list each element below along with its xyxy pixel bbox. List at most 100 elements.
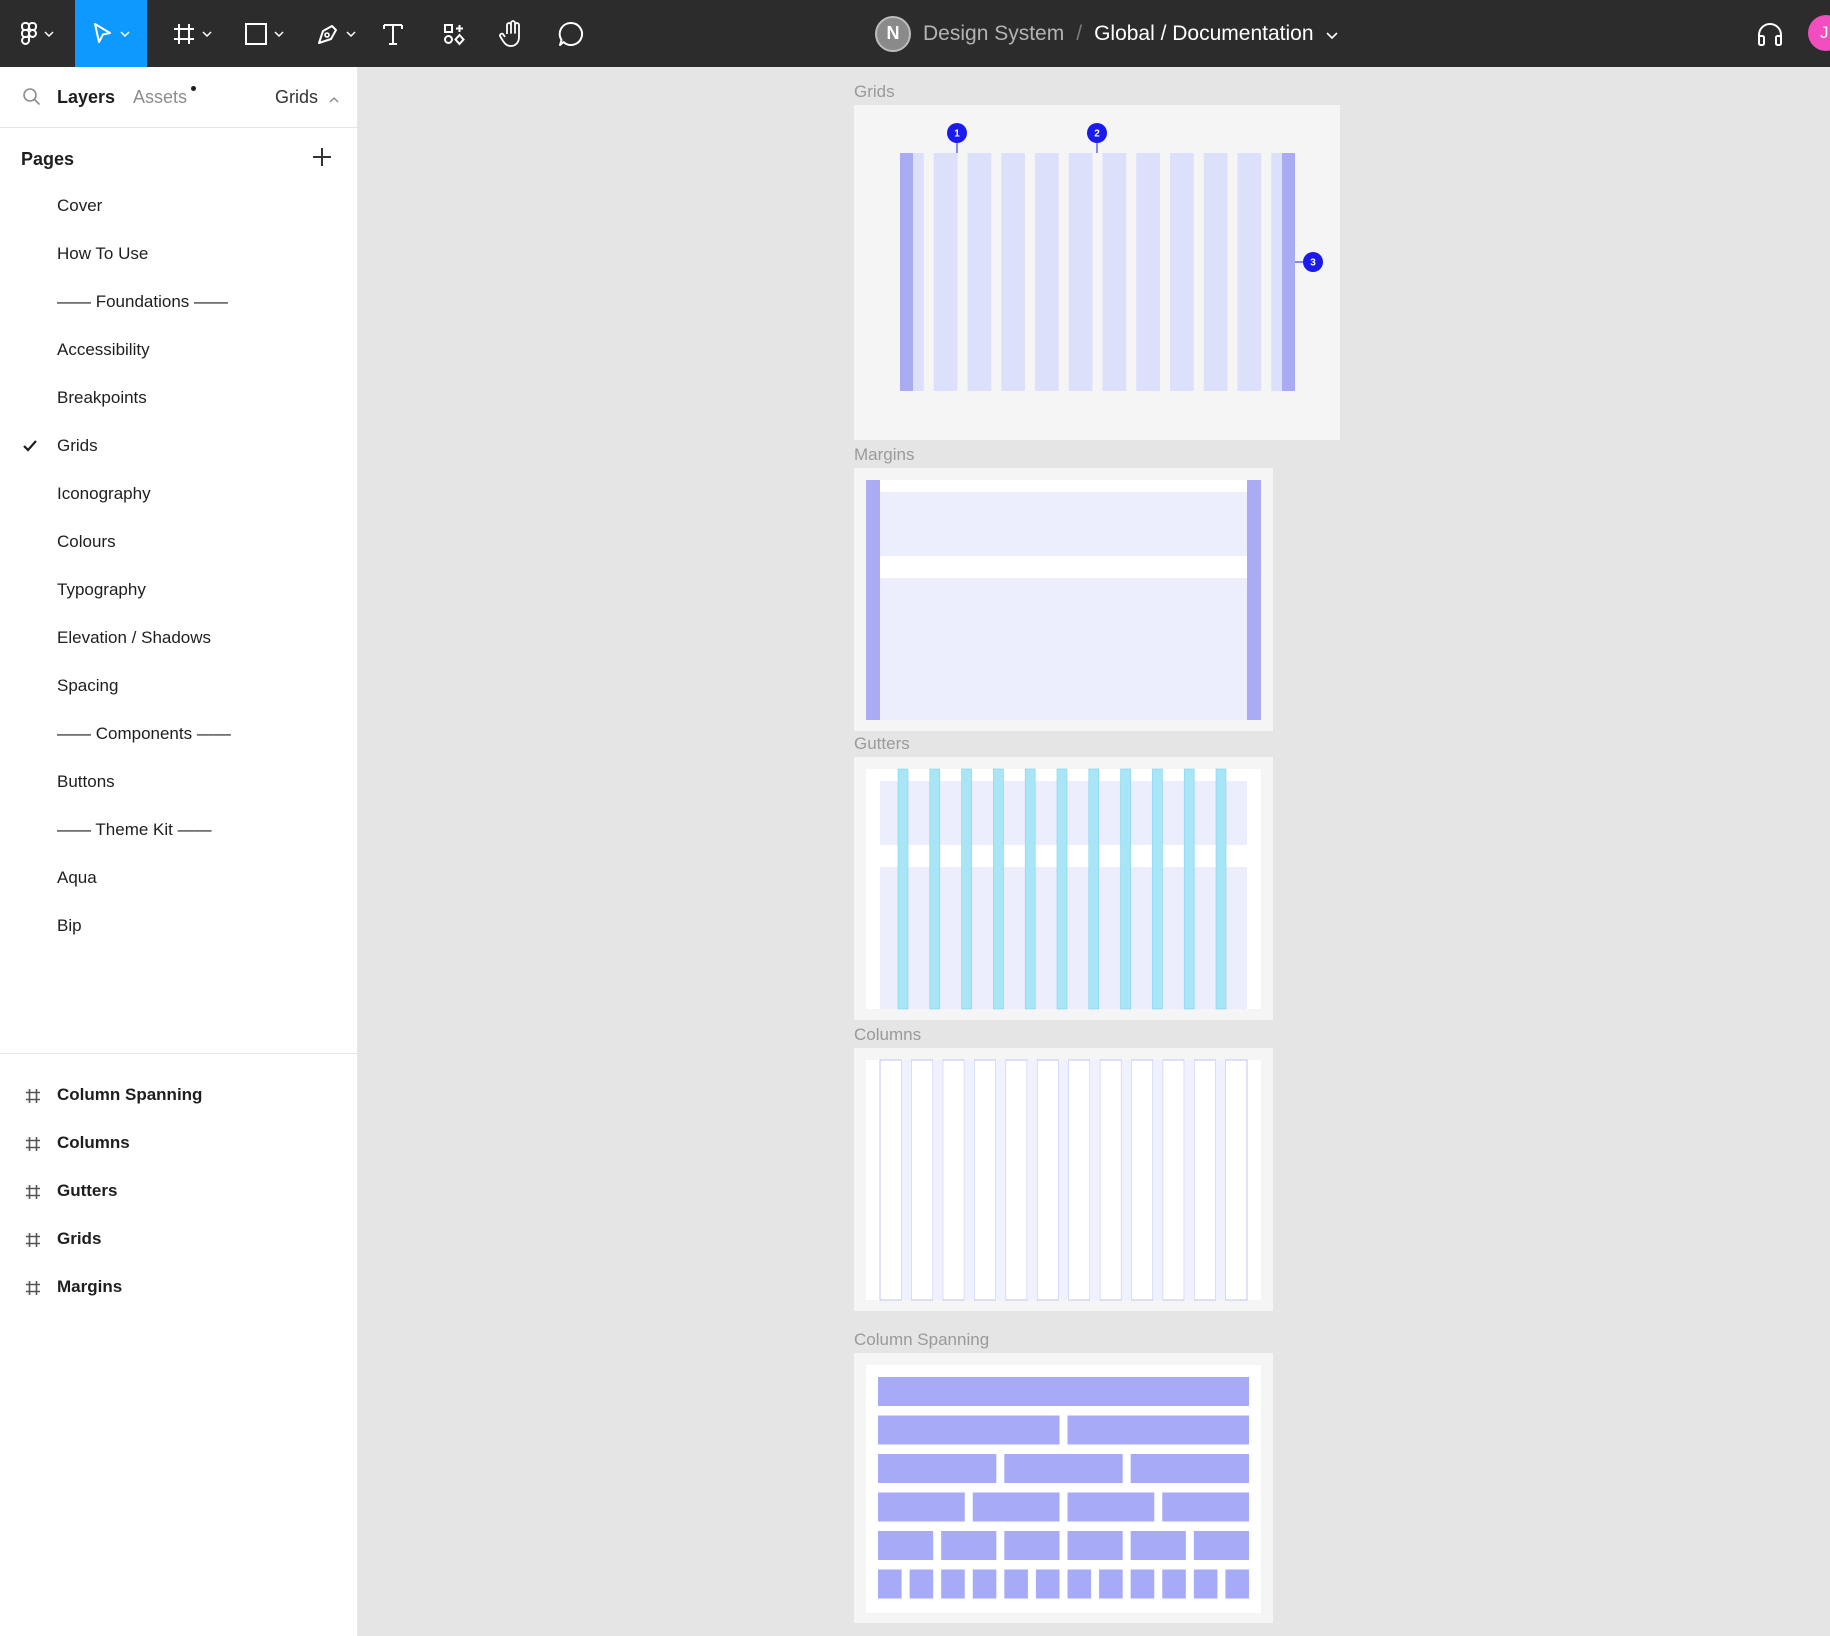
column-outline [1193,1059,1216,1301]
page-item[interactable]: Aqua [57,868,97,888]
headphones-icon [1756,21,1784,47]
margin-left [866,480,880,720]
checkmark-icon [22,439,38,458]
frame-title-gutters[interactable]: Gutters [854,734,910,754]
pen-tool-button[interactable] [306,0,366,67]
page-switcher[interactable]: Grids [275,87,339,108]
grid-gutter [1025,153,1035,391]
column-outline [1068,1059,1091,1301]
hand-icon [499,19,525,48]
chevron-down-icon[interactable] [1325,22,1338,46]
hand-tool-button[interactable] [494,0,530,67]
tab-assets[interactable]: Assets [133,87,187,108]
page-item[interactable]: Cover [57,196,102,216]
gutter-band [1024,768,1036,1010]
layer-row[interactable]: Margins [0,1268,358,1308]
layer-row[interactable]: Columns [0,1124,358,1164]
margins-content-bottom [880,578,1247,720]
frame-columns[interactable] [854,1048,1273,1311]
column-gutter [1058,1060,1069,1300]
main-menu-button[interactable] [12,0,62,67]
span-block [1067,1569,1092,1599]
frame-tool-button[interactable] [162,0,222,67]
page-item[interactable]: Buttons [57,772,115,792]
chevron-down-icon [202,30,212,37]
gutter-band [929,768,941,1010]
layer-row[interactable]: Grids [0,1220,358,1260]
text-tool-button[interactable] [375,0,411,67]
page-item[interactable]: How To Use [57,244,148,264]
layer-name: Column Spanning [57,1085,203,1104]
span-block [1130,1569,1155,1599]
frame-column-spanning[interactable] [854,1353,1273,1623]
span-block [1130,1531,1186,1560]
margin-right [1247,480,1261,720]
column-gutter [995,1060,1006,1300]
gutter-band [1088,768,1100,1010]
column-outline [1225,1059,1248,1301]
frame-grids[interactable]: 1 2 3 [854,105,1340,440]
page-item[interactable]: —— Theme Kit —— [57,820,212,840]
span-block [1193,1531,1249,1560]
page-item[interactable]: Typography [57,580,146,600]
column-outline [973,1059,997,1301]
layer-row[interactable]: Column Spanning [0,1076,358,1116]
page-item[interactable]: Breakpoints [57,388,147,408]
frame-title-margins[interactable]: Margins [854,445,914,465]
frame-gutters[interactable] [854,757,1273,1020]
span-block [1067,1531,1123,1560]
add-page-plus-icon[interactable] [310,145,334,174]
page-item[interactable]: Colours [57,532,116,552]
pages-header[interactable]: Pages [21,149,74,170]
page-item[interactable]: Bip [57,916,82,936]
column-gutter [1089,1060,1100,1300]
page-item[interactable]: Spacing [57,676,118,696]
frame-margins[interactable] [854,468,1273,731]
span-block [878,1377,1249,1406]
page-item[interactable]: Grids [57,436,98,456]
span-block [909,1569,934,1599]
grid-gutter [1092,153,1103,391]
page-item[interactable]: —— Foundations —— [57,292,228,312]
panel-tabs: Layers Assets Grids [0,67,358,128]
breadcrumb-file-name[interactable]: Global / Documentation [1094,22,1313,46]
page-item[interactable]: Elevation / Shadows [57,628,211,648]
audio-button[interactable] [1752,0,1788,67]
chevron-up-icon [329,87,339,107]
grid-column [1102,153,1127,391]
column-outline [911,1059,934,1301]
tab-layers[interactable]: Layers [57,87,115,108]
frame-icon [26,1185,40,1199]
span-block [878,1415,1060,1445]
frame-title-grids[interactable]: Grids [854,82,895,102]
layer-row[interactable]: Gutters [0,1172,358,1212]
layer-name: Margins [57,1277,123,1296]
gutters-illustration [866,768,1261,1010]
shape-tool-button[interactable] [234,0,294,67]
page-item[interactable]: —— Components —— [57,724,231,744]
team-avatar[interactable]: N [875,15,911,52]
frame-title-column-spanning[interactable]: Column Spanning [854,1330,989,1350]
comment-tool-button[interactable] [553,0,589,67]
grid-column [1237,153,1262,391]
search-icon[interactable] [22,87,42,112]
page-item[interactable]: Iconography [57,484,151,504]
comment-icon [558,21,584,47]
page-item[interactable]: Accessibility [57,340,150,360]
user-avatar[interactable]: J [1808,15,1830,51]
gutter-band [1152,768,1163,1010]
gutter-band [993,768,1004,1010]
breadcrumb-team[interactable]: Design System [923,22,1064,46]
margins-content-top [880,492,1247,556]
span-block [941,1569,965,1599]
breadcrumb: N Design System / Global / Documentation [875,0,1338,67]
grid-margin-left [900,153,913,391]
grid-gutter [1058,153,1069,391]
span-block [972,1492,1060,1522]
frame-title-columns[interactable]: Columns [854,1025,921,1045]
grid-gutter [923,153,934,391]
grid-column [1136,153,1160,391]
resources-button[interactable] [436,0,472,67]
move-tool-button[interactable] [75,0,147,67]
span-block [941,1531,997,1560]
